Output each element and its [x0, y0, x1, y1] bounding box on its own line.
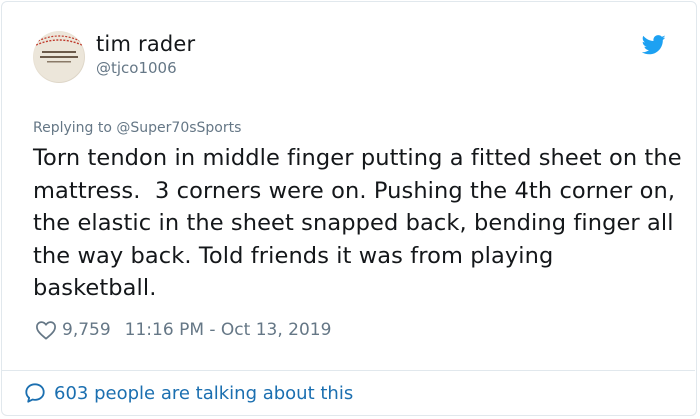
heart-icon[interactable] — [35, 320, 57, 340]
replying-prefix: Replying to — [33, 120, 117, 136]
tweet-text: Torn tendon in middle finger putting a f… — [33, 145, 682, 301]
speech-bubble-icon — [25, 383, 45, 403]
talking-count-label[interactable]: 603 people are talking about this — [54, 383, 353, 404]
timestamp[interactable]: 11:16 PM - Oct 13, 2019 — [125, 320, 332, 340]
reply-mention-link[interactable]: @Super70sSports — [116, 120, 241, 136]
conversation-link[interactable]: 603 people are talking about this — [24, 382, 353, 404]
divider — [1, 370, 695, 371]
baseball-avatar-icon — [34, 32, 84, 82]
twitter-bird-icon[interactable] — [642, 35, 666, 55]
replying-to: Replying to @Super70sSports — [33, 120, 241, 136]
tweet-meta: 9,759 11:16 PM - Oct 13, 2019 — [33, 318, 331, 342]
avatar[interactable] — [33, 31, 85, 83]
like-count[interactable]: 9,759 — [62, 320, 111, 340]
user-handle[interactable]: @tjco1006 — [96, 59, 177, 77]
display-name[interactable]: tim rader — [96, 32, 195, 56]
